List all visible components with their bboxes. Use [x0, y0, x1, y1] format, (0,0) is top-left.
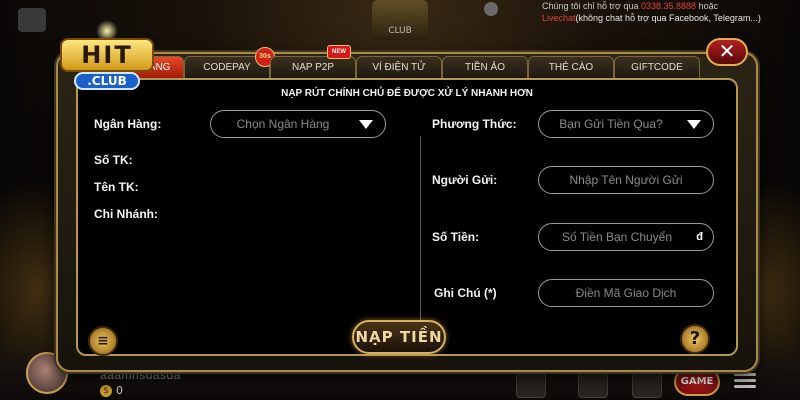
tab-label: CODEPAY: [203, 62, 251, 73]
logo-hit-text: HIT: [60, 38, 154, 72]
tab-label: TIỀN ẢO: [464, 62, 505, 73]
grid-icon[interactable]: [578, 368, 608, 398]
tab-giftcode[interactable]: GIFTCODE: [614, 56, 700, 78]
support-line1: Chúng tôi chỉ hỗ trợ qua: [542, 1, 639, 11]
livechat-link[interactable]: Livechat: [542, 13, 576, 23]
balance-value: 0: [116, 384, 123, 397]
tab-crypto[interactable]: TIỀN ẢO: [442, 56, 528, 78]
badge-new: NEW: [327, 45, 351, 59]
livechat-note: (không chat hỗ trợ qua Facebook, Telegra…: [575, 13, 761, 23]
tab-label: VÍ ĐIỆN TỬ: [372, 62, 426, 73]
sender-label: Người Gửi:: [432, 173, 498, 187]
hitclub-logo: HIT .CLUB: [60, 20, 154, 98]
help-icon[interactable]: ?: [680, 324, 710, 354]
close-icon[interactable]: ✕: [706, 38, 748, 66]
support-line1-suffix: hoặc: [698, 1, 719, 11]
note-label: Ghi Chú (*): [434, 286, 497, 300]
amount-input[interactable]: Số Tiền Bạn Chuyển đ: [538, 223, 714, 251]
game-button[interactable]: GAME: [674, 368, 720, 396]
tab-card[interactable]: THẺ CÀO: [528, 56, 614, 78]
column-divider: [420, 136, 421, 326]
balance: $0: [100, 384, 123, 397]
coin-icon: $: [100, 385, 112, 397]
method-select-value: Bạn Gửi Tiền Qua?: [559, 117, 663, 131]
news-icon[interactable]: [516, 368, 546, 398]
support-phone[interactable]: 0338.35.8888: [641, 1, 696, 11]
sender-input[interactable]: [538, 166, 714, 194]
tab-p2p[interactable]: NẠP P2P NEW: [270, 45, 356, 78]
tab-label: GIFTCODE: [631, 62, 683, 73]
panel-title: NẠP RÚT CHÍNH CHỦ ĐỂ ĐƯỢC XỬ LÝ NHANH HƠ…: [281, 88, 533, 99]
tab-codepay[interactable]: CODEPAY 30s: [184, 47, 275, 78]
history-document-icon[interactable]: ≡: [88, 326, 118, 356]
bank-label: Ngân Hàng:: [94, 117, 162, 131]
account-number-label: Số TK:: [94, 153, 133, 167]
deposit-submit-button[interactable]: NẠP TIỀN: [352, 320, 446, 354]
logo-club-text: .CLUB: [74, 72, 140, 90]
tab-label: THẺ CÀO: [548, 62, 594, 73]
note-input[interactable]: [538, 279, 714, 307]
lobby-logo: CLUB: [372, 0, 428, 40]
tab-ewallet[interactable]: VÍ ĐIỆN TỬ: [356, 56, 442, 78]
tab-bar: HÀNG CODEPAY 30s NẠP P2P NEW VÍ ĐIỆN TỬ TI…: [128, 45, 700, 78]
lobby-menu-icon[interactable]: [18, 8, 46, 32]
currency-suffix: đ: [696, 231, 703, 243]
account-name-label: Tên TK:: [94, 180, 139, 194]
lobby-logo-text: CLUB: [388, 26, 412, 36]
chevron-down-icon: [687, 120, 701, 129]
mail-icon[interactable]: [632, 368, 662, 398]
support-notice: Chúng tôi chỉ hỗ trợ qua 0338.35.8888 ho…: [542, 0, 772, 24]
bank-select-value: Chọn Ngân Hàng: [236, 117, 330, 131]
chevron-down-icon: [359, 120, 373, 129]
method-select[interactable]: Bạn Gửi Tiền Qua?: [538, 110, 714, 138]
method-label: Phương Thức:: [432, 117, 517, 131]
branch-label: Chi Nhánh:: [94, 207, 158, 221]
tab-label: NẠP P2P: [291, 62, 335, 73]
amount-placeholder: Số Tiền Bạn Chuyển: [561, 230, 673, 244]
bank-select[interactable]: Chọn Ngân Hàng: [210, 110, 386, 138]
notification-icon[interactable]: [484, 2, 498, 16]
amount-label: Số Tiền:: [432, 230, 480, 244]
hamburger-menu-icon[interactable]: [734, 370, 756, 392]
